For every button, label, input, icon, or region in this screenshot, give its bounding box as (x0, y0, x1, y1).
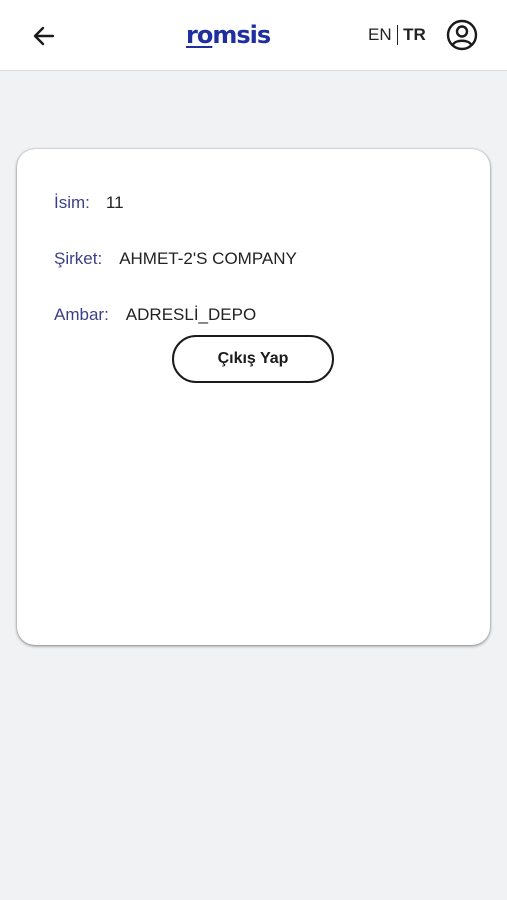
logo-suffix: msis (212, 21, 271, 49)
top-bar: romsis EN TR (0, 0, 507, 71)
logo-prefix: ro (186, 21, 213, 49)
user-circle-icon (446, 19, 478, 51)
lang-en-option[interactable]: EN (368, 25, 392, 45)
lang-divider (396, 25, 399, 45)
name-value: 11 (105, 193, 124, 212)
name-label: İsim: (54, 193, 90, 212)
company-value: AHMET-2'S COMPANY (119, 249, 297, 268)
language-switcher: EN TR (368, 24, 426, 46)
arrow-left-icon (33, 26, 55, 46)
profile-card: İsim: 11 Şirket: AHMET-2'S COMPANY Ambar: A… (17, 149, 490, 645)
warehouse-label: Ambar: (54, 305, 109, 324)
company-label: Şirket: (54, 249, 103, 268)
brand-logo: romsis (186, 18, 271, 52)
back-button[interactable] (28, 20, 60, 52)
lang-tr-option[interactable]: TR (403, 25, 426, 45)
warehouse-value: ADRESLİ_DEPO (125, 305, 257, 324)
name-row: İsim: 11 (54, 192, 124, 214)
logout-button[interactable]: Çıkış Yap (172, 335, 334, 383)
warehouse-row: Ambar: ADRESLİ_DEPO (54, 304, 256, 326)
profile-button[interactable] (445, 18, 479, 52)
company-row: Şirket: AHMET-2'S COMPANY (54, 248, 297, 270)
